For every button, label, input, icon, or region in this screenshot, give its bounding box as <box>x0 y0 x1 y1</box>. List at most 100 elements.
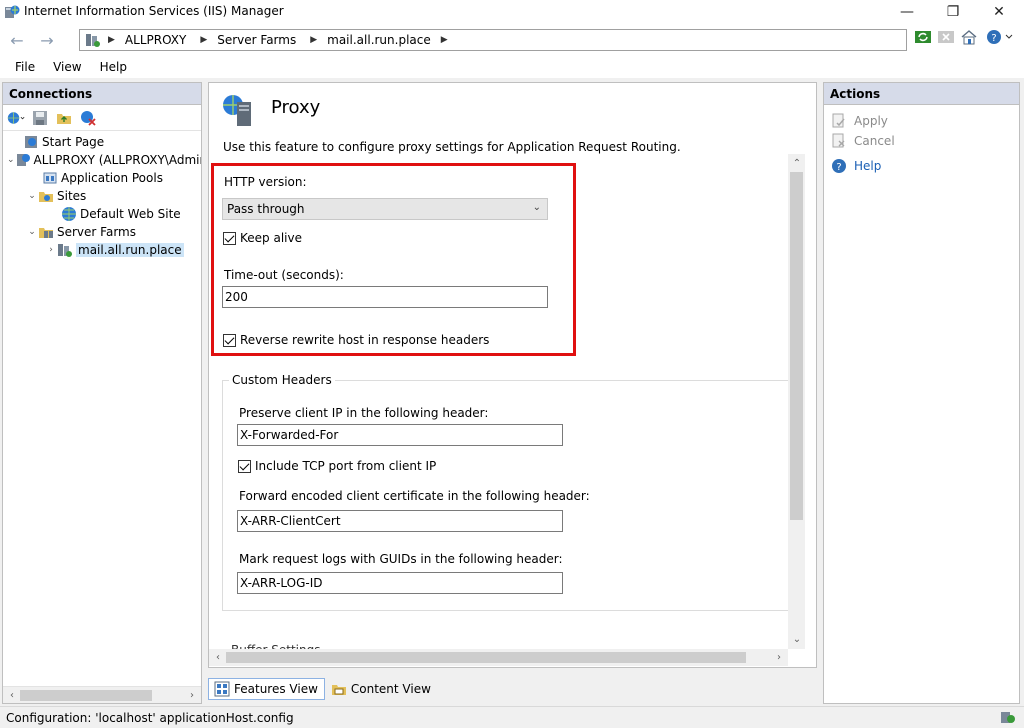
back-arrow-icon: ← <box>10 30 24 50</box>
connect-globe-icon[interactable] <box>7 109 25 127</box>
connections-tree: Start Page ⌄ ALLPROXY (ALLPROXY\Administ… <box>3 133 201 259</box>
help-dropdown-icon[interactable]: ? <box>986 27 1016 47</box>
breadcrumb-allproxy[interactable]: ▶ ALLPROXY <box>102 33 186 47</box>
home-icon[interactable] <box>959 27 979 47</box>
client-cert-input[interactable]: X-ARR-ClientCert <box>237 510 563 532</box>
actions-pane: Actions Apply Cancel ? Help <box>823 82 1020 704</box>
help-icon: ? <box>830 157 848 175</box>
connections-header: Connections <box>3 83 201 105</box>
chevron-down-icon[interactable]: ⌄ <box>7 155 15 165</box>
scroll-up-icon[interactable]: ⌃ <box>789 156 805 171</box>
chevron-down-icon: ⌄ <box>532 202 541 213</box>
menu-view[interactable]: View <box>44 60 90 74</box>
tree-item-mail-all-run-place[interactable]: › mail.all.run.place <box>3 241 201 259</box>
cancel-icon <box>830 132 848 150</box>
tree-item-application-pools[interactable]: Application Pools <box>3 169 201 187</box>
breadcrumb-mail-all-run-place[interactable]: ▶ mail.all.run.place ▶ <box>296 33 457 47</box>
folder-up-icon[interactable] <box>55 109 73 127</box>
content-horizontal-scrollbar[interactable]: ‹ › <box>209 649 788 666</box>
close-button[interactable]: ✕ <box>976 0 1022 24</box>
scroll-left-icon[interactable]: ‹ <box>210 650 226 665</box>
sites-folder-icon <box>38 188 54 204</box>
connections-horizontal-scrollbar[interactable]: ‹ › <box>3 686 201 703</box>
svg-text:?: ? <box>991 33 996 44</box>
menu-file[interactable]: File <box>6 60 44 74</box>
actions-header: Actions <box>824 83 1019 105</box>
refresh-icon[interactable] <box>913 27 933 47</box>
checkbox-checked-icon[interactable] <box>223 333 236 347</box>
checkbox-checked-icon[interactable] <box>223 231 236 245</box>
server-icon <box>15 152 31 168</box>
highlight-box <box>211 163 576 356</box>
save-icon[interactable] <box>31 109 49 127</box>
proxy-feature-icon <box>221 93 257 129</box>
scrollbar-thumb[interactable] <box>790 172 803 520</box>
client-cert-label: Forward encoded client certificate in th… <box>239 489 590 503</box>
forward-arrow-icon: → <box>40 30 54 50</box>
start-page-icon <box>23 134 39 150</box>
page-title: Proxy <box>271 97 321 118</box>
connections-pane: Connections Start Page ⌄ ALLPROXY (ALLPR… <box>2 82 202 704</box>
content-vertical-scrollbar[interactable]: ⌃ ⌄ <box>788 154 805 649</box>
svg-text:?: ? <box>836 162 841 173</box>
minimize-button[interactable]: — <box>884 0 930 24</box>
tree-item-sites[interactable]: ⌄ Sites <box>3 187 201 205</box>
scroll-right-icon[interactable]: › <box>771 650 787 665</box>
checkbox-checked-icon[interactable] <box>238 459 251 473</box>
menu-bar: File View Help <box>0 56 1024 78</box>
network-status-icon <box>1000 710 1016 728</box>
reverse-rewrite-checkbox[interactable]: Reverse rewrite host in response headers <box>223 333 489 347</box>
app-pools-icon <box>42 170 58 186</box>
tree-item-server[interactable]: ⌄ ALLPROXY (ALLPROXY\Administrator) <box>3 151 201 169</box>
tree-item-start-page[interactable]: Start Page <box>3 133 201 151</box>
title-bar: Internet Information Services (IIS) Mana… <box>0 0 1024 24</box>
iis-app-icon <box>4 4 20 20</box>
guid-input[interactable]: X-ARR-LOG-ID <box>237 572 563 594</box>
custom-headers-title: Custom Headers <box>229 373 335 387</box>
forward-button[interactable]: → <box>34 28 60 52</box>
tree-item-default-web-site[interactable]: Default Web Site <box>3 205 201 223</box>
timeout-input[interactable]: 200 <box>222 286 548 308</box>
globe-icon <box>61 206 77 222</box>
scroll-left-icon[interactable]: ‹ <box>4 688 20 703</box>
chevron-down-icon[interactable]: ⌄ <box>26 191 38 201</box>
feature-content-pane: Proxy Use this feature to configure prox… <box>208 82 817 668</box>
server-farm-icon <box>84 31 102 49</box>
scroll-down-icon[interactable]: ⌄ <box>789 632 805 647</box>
address-bar[interactable]: ▶ ALLPROXY ▶ Server Farms ▶ mail.all.run.pl… <box>79 29 907 51</box>
help-action[interactable]: ? Help <box>830 157 881 175</box>
tree-item-server-farms[interactable]: ⌄ Server Farms <box>3 223 201 241</box>
chevron-down-icon[interactable]: ⌄ <box>26 227 38 237</box>
preserve-ip-label: Preserve client IP in the following head… <box>239 406 489 420</box>
include-tcp-port-checkbox[interactable]: Include TCP port from client IP <box>238 459 436 473</box>
features-view-icon <box>213 680 231 698</box>
tab-content-view[interactable]: Content View <box>325 678 438 700</box>
connections-toolbar <box>3 105 201 131</box>
stop-icon[interactable] <box>936 27 956 47</box>
http-version-select[interactable]: Pass through ⌄ <box>222 198 548 220</box>
guid-label: Mark request logs with GUIDs in the foll… <box>239 552 563 566</box>
keep-alive-checkbox[interactable]: Keep alive <box>223 231 302 245</box>
back-button[interactable]: ← <box>4 28 30 52</box>
scrollbar-thumb[interactable] <box>226 652 746 663</box>
scrollbar-thumb[interactable] <box>20 690 152 701</box>
content-view-icon <box>330 680 348 698</box>
tab-features-view[interactable]: Features View <box>208 678 325 700</box>
preserve-ip-input[interactable]: X-Forwarded-For <box>237 424 563 446</box>
chevron-right-icon[interactable]: › <box>45 245 57 255</box>
disconnect-icon[interactable] <box>79 109 97 127</box>
scroll-right-icon[interactable]: › <box>184 688 200 703</box>
window-title: Internet Information Services (IIS) Mana… <box>24 4 284 18</box>
cancel-action[interactable]: Cancel <box>830 132 895 150</box>
apply-action[interactable]: Apply <box>830 112 888 130</box>
feature-description: Use this feature to configure proxy sett… <box>223 140 681 154</box>
http-version-label: HTTP version: <box>224 175 307 189</box>
breadcrumb-server-farms[interactable]: ▶ Server Farms <box>186 33 296 47</box>
status-bar: Configuration: 'localhost' applicationHo… <box>0 706 1024 728</box>
view-tabs: Features View Content View <box>208 678 438 702</box>
server-farms-icon <box>38 224 54 240</box>
menu-help[interactable]: Help <box>91 60 136 74</box>
apply-icon <box>830 112 848 130</box>
maximize-button[interactable]: ❐ <box>930 0 976 24</box>
timeout-label: Time-out (seconds): <box>224 268 344 282</box>
